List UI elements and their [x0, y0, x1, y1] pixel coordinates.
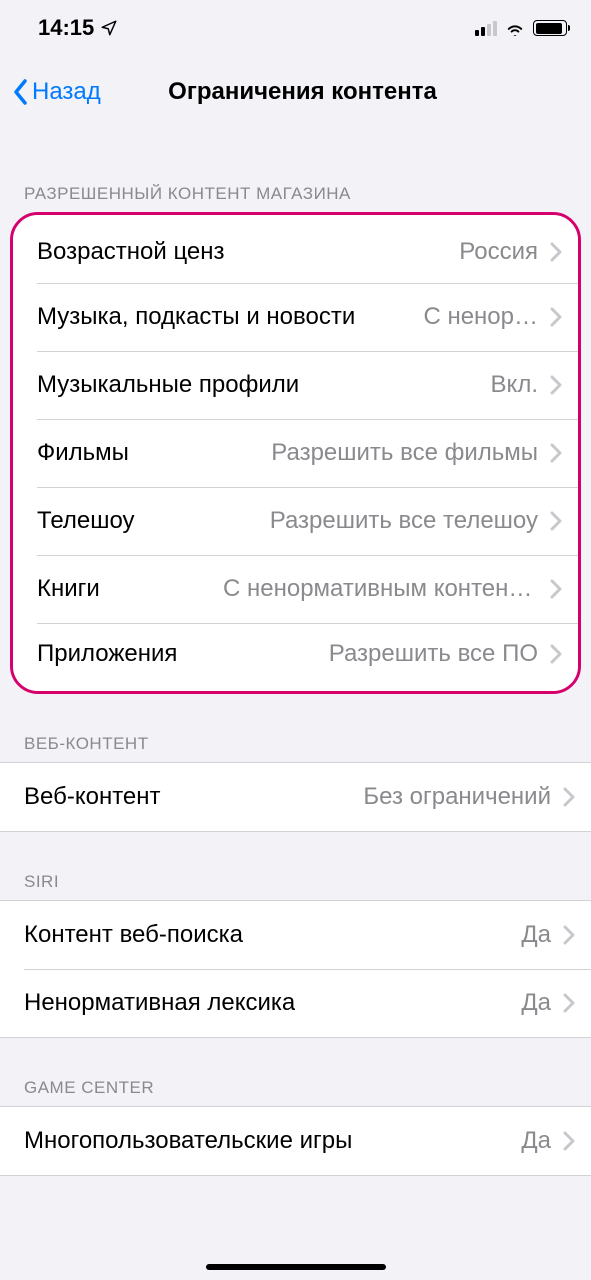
row-label: Фильмы [37, 439, 129, 467]
status-time: 14:15 [38, 15, 94, 41]
row-label: Многопользовательские игры [24, 1127, 352, 1155]
section-header-siri: SIRI [0, 832, 591, 900]
back-label: Назад [32, 78, 101, 106]
chevron-right-icon [563, 925, 575, 945]
row-label: Веб-контент [24, 783, 161, 811]
row-value: Без ограничений [363, 783, 551, 811]
back-button[interactable]: Назад [12, 78, 101, 106]
nav-bar: Назад Ограничения контента [0, 56, 591, 128]
row-books[interactable]: Книги С ненормативным контентом [13, 555, 578, 623]
row-explicit-language[interactable]: Ненормативная лексика Да [0, 969, 591, 1037]
row-value: Разрешить все фильмы [271, 439, 538, 467]
chevron-right-icon [563, 993, 575, 1013]
status-bar-left: 14:15 [38, 15, 118, 41]
row-web-content[interactable]: Веб-контент Без ограничений [0, 763, 591, 831]
list-group-gamecenter: Многопользовательские игры Да [0, 1106, 591, 1176]
wifi-icon [504, 20, 526, 36]
status-bar-right [475, 20, 567, 36]
row-label: Контент веб-поиска [24, 921, 243, 949]
row-label: Ненормативная лексика [24, 989, 295, 1017]
row-movies[interactable]: Фильмы Разрешить все фильмы [13, 419, 578, 487]
row-label: Телешоу [37, 507, 135, 535]
chevron-right-icon [563, 787, 575, 807]
chevron-right-icon [550, 579, 562, 599]
chevron-right-icon [550, 242, 562, 262]
chevron-left-icon [12, 78, 30, 106]
row-music-podcasts-news[interactable]: Музыка, подкасты и новости С ненор… [13, 283, 578, 351]
row-age-rating[interactable]: Возрастной ценз Россия [13, 215, 578, 283]
row-value: Разрешить все ПО [329, 640, 538, 668]
row-value: Да [521, 1127, 551, 1155]
chevron-right-icon [550, 644, 562, 664]
list-group-siri: Контент веб-поиска Да Ненормативная лекс… [0, 900, 591, 1038]
chevron-right-icon [550, 443, 562, 463]
list-group-web: Веб-контент Без ограничений [0, 762, 591, 832]
home-indicator[interactable] [206, 1264, 386, 1270]
list-group-store: Возрастной ценз Россия Музыка, подкасты … [13, 215, 578, 691]
section-header-gamecenter: GAME CENTER [0, 1038, 591, 1106]
row-tvshows[interactable]: Телешоу Разрешить все телешоу [13, 487, 578, 555]
row-multiplayer-games[interactable]: Многопользовательские игры Да [0, 1107, 591, 1175]
location-icon [100, 19, 118, 37]
row-value: Да [521, 921, 551, 949]
row-value: Да [521, 989, 551, 1017]
battery-icon [533, 20, 567, 36]
row-web-search-content[interactable]: Контент веб-поиска Да [0, 901, 591, 969]
status-bar: 14:15 [0, 0, 591, 56]
section-header-store: РАЗРЕШЕННЫЙ КОНТЕНТ МАГАЗИНА [0, 128, 591, 212]
row-label: Музыкальные профили [37, 371, 299, 399]
row-value: С ненормативным контентом [223, 575, 538, 603]
section-header-web: ВЕБ-КОНТЕНТ [0, 694, 591, 762]
row-value: Россия [459, 238, 538, 266]
store-highlight-box: Возрастной ценз Россия Музыка, подкасты … [10, 212, 581, 694]
row-apps[interactable]: Приложения Разрешить все ПО [13, 623, 578, 691]
row-label: Музыка, подкасты и новости [37, 303, 355, 331]
row-value: С ненор… [423, 303, 538, 331]
cellular-icon [475, 20, 497, 36]
row-label: Возрастной ценз [37, 238, 225, 266]
chevron-right-icon [563, 1131, 575, 1151]
chevron-right-icon [550, 511, 562, 531]
page-title: Ограничения контента [154, 78, 437, 106]
row-value: Вкл. [491, 371, 538, 399]
chevron-right-icon [550, 307, 562, 327]
chevron-right-icon [550, 375, 562, 395]
row-music-profiles[interactable]: Музыкальные профили Вкл. [13, 351, 578, 419]
row-label: Приложения [37, 640, 177, 668]
row-label: Книги [37, 575, 100, 603]
row-value: Разрешить все телешоу [270, 507, 538, 535]
